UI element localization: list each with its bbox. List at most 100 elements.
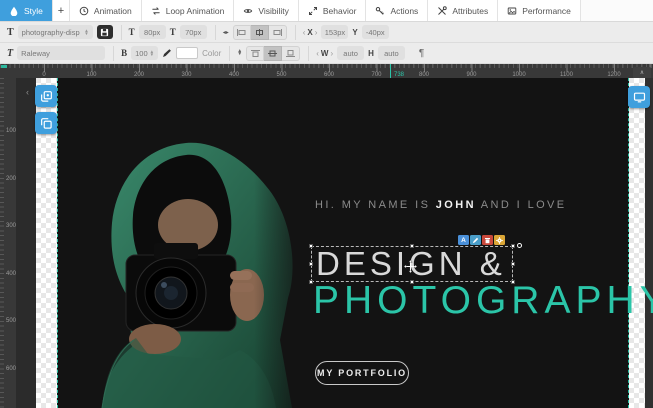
letter-spacing-icon: ◂▸ (223, 29, 229, 36)
resize-handle-top-left[interactable] (309, 244, 313, 248)
clock-icon (79, 6, 89, 16)
monitor-icon (633, 91, 646, 104)
v-stepper-icon[interactable]: ▲▼ (237, 50, 242, 57)
add-element-button[interactable] (35, 85, 57, 107)
select-stepper-icon: ▲▼ (150, 50, 154, 57)
color-label: Color (202, 49, 221, 58)
v-ruler-label: 400 (6, 271, 16, 277)
mini-settings-button[interactable] (494, 235, 505, 245)
letter-a-icon: A (461, 237, 466, 244)
divider (229, 46, 230, 61)
panel-collapse-icon[interactable]: ‹ (26, 87, 29, 97)
text-style-select[interactable]: photography-disp ▲▼ (18, 25, 93, 39)
mini-text-style-button[interactable]: A (458, 235, 469, 245)
expand-arrows-icon (308, 6, 318, 16)
paragraph-settings-icon[interactable]: ¶ (419, 48, 424, 59)
divider (113, 46, 114, 61)
resize-handle-top-right[interactable] (511, 244, 515, 248)
rotate-handle[interactable] (517, 243, 522, 248)
y-position-input[interactable]: -40px (362, 25, 389, 39)
mini-edit-button[interactable] (470, 235, 481, 245)
align-left-button[interactable] (233, 25, 251, 40)
valign-top-button[interactable] (246, 46, 264, 61)
align-center-button[interactable] (251, 25, 269, 40)
inspector-row-1: T photography-disp ▲▼ T 80px T 70px ◂▸ X… (0, 22, 653, 43)
trash-icon (484, 237, 491, 244)
font-size-input[interactable]: 80px (139, 25, 166, 39)
add-layer-icon (40, 90, 53, 103)
h-ruler-label: 1100 (560, 72, 573, 78)
v-ruler-label: 300 (6, 223, 16, 229)
vertical-ruler[interactable]: 100200300400500600 (0, 78, 16, 408)
h-ruler-label: 500 (276, 72, 286, 78)
tab-visibility[interactable]: Visibility (234, 0, 299, 21)
text-style-value: photography-disp (22, 28, 80, 37)
inspector-row-2: T Raleway B 100 ▲▼ Color ▲▼ W auto H aut… (0, 43, 653, 64)
valign-middle-button[interactable] (264, 46, 282, 61)
add-tab-icon: + (58, 5, 64, 17)
pages-button[interactable] (35, 112, 57, 134)
horizontal-ruler[interactable]: 738 ∧ 0100200300400500600700800900100011… (0, 64, 653, 78)
tab-style[interactable]: Style (0, 0, 53, 21)
x-position-input[interactable]: 153px (321, 25, 348, 39)
divider (215, 25, 216, 40)
editor-tab-bar: Style + Animation Loop Animation Visibil… (0, 0, 653, 22)
x-position-label: X (303, 28, 318, 37)
y-position-label: Y (352, 28, 357, 37)
cursor-x-value: 738 (392, 72, 406, 78)
font-family-icon: T (7, 48, 13, 59)
tab-actions[interactable]: Actions (366, 0, 428, 21)
right-scroll-track[interactable] (645, 78, 653, 408)
mini-delete-button[interactable] (482, 235, 493, 245)
tab-behavior[interactable]: Behavior (299, 0, 367, 21)
tab-loop-animation-label: Loop Animation (166, 6, 225, 16)
tools-icon (437, 6, 447, 16)
resize-handle-middle-right[interactable] (511, 262, 515, 266)
line-height-icon: T (170, 27, 176, 37)
tab-loop-animation[interactable]: Loop Animation (142, 0, 235, 21)
v-ruler-label: 600 (6, 366, 16, 372)
tab-performance[interactable]: Performance (498, 0, 581, 21)
resize-handle-middle-left[interactable] (309, 262, 313, 266)
height-input[interactable]: auto (378, 46, 405, 60)
eyedropper-icon[interactable] (162, 48, 172, 58)
valign-bottom-button[interactable] (282, 46, 300, 61)
h-ruler-label: 700 (371, 72, 381, 78)
resize-handle-top-middle[interactable] (410, 244, 414, 248)
vertical-align-group (246, 46, 300, 61)
font-weight-icon: B (121, 48, 127, 58)
ruler-collapse-tab[interactable]: ∧ (633, 67, 651, 78)
font-weight-select[interactable]: 100 ▲▼ (131, 46, 158, 60)
design-canvas[interactable]: 100200300400500600 (0, 78, 653, 408)
my-portfolio-button[interactable]: MY PORTFOLIO (315, 361, 409, 385)
hero-section[interactable]: HI. MY NAME IS JOHN AND I LOVE A DESIGN … (57, 78, 629, 408)
h-ruler-label: 1200 (607, 72, 620, 78)
pages-icon (40, 117, 53, 130)
align-right-button[interactable] (269, 25, 287, 40)
h-ruler-label: 800 (419, 72, 429, 78)
text-style-icon: T (7, 27, 14, 38)
divider (121, 25, 122, 40)
hero-heading-photography[interactable]: PHOTOGRAPHY (313, 281, 653, 321)
save-style-button[interactable] (97, 25, 113, 39)
h-ruler-label: 400 (229, 72, 239, 78)
hero-photo (58, 133, 314, 408)
tab-bar-filler (581, 0, 653, 21)
h-ruler-label: 200 (134, 72, 144, 78)
add-tab-button[interactable]: + (53, 0, 70, 21)
tab-attributes[interactable]: Attributes (428, 0, 498, 21)
tab-attributes-label: Attributes (452, 6, 488, 16)
key-icon (375, 6, 385, 16)
preview-button[interactable] (628, 86, 650, 108)
floppy-icon (100, 28, 109, 37)
select-stepper-icon: ▲▼ (84, 29, 88, 36)
tab-animation[interactable]: Animation (70, 0, 142, 21)
h-ruler-label: 0 (42, 72, 45, 78)
line-height-input[interactable]: 70px (180, 25, 207, 39)
tab-style-label: Style (24, 6, 43, 16)
color-swatch[interactable] (176, 47, 198, 59)
gear-icon (496, 237, 503, 244)
intro-suffix: AND I LOVE (476, 199, 567, 211)
width-input[interactable]: auto (337, 46, 364, 60)
font-family-select[interactable]: Raleway (17, 46, 105, 60)
